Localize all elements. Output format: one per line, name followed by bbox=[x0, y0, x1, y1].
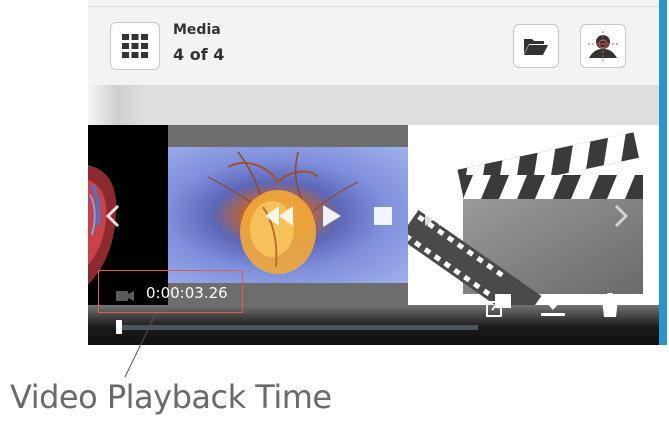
callout-label: Video Playback Time bbox=[10, 378, 332, 416]
callout-leader-line bbox=[124, 312, 157, 378]
